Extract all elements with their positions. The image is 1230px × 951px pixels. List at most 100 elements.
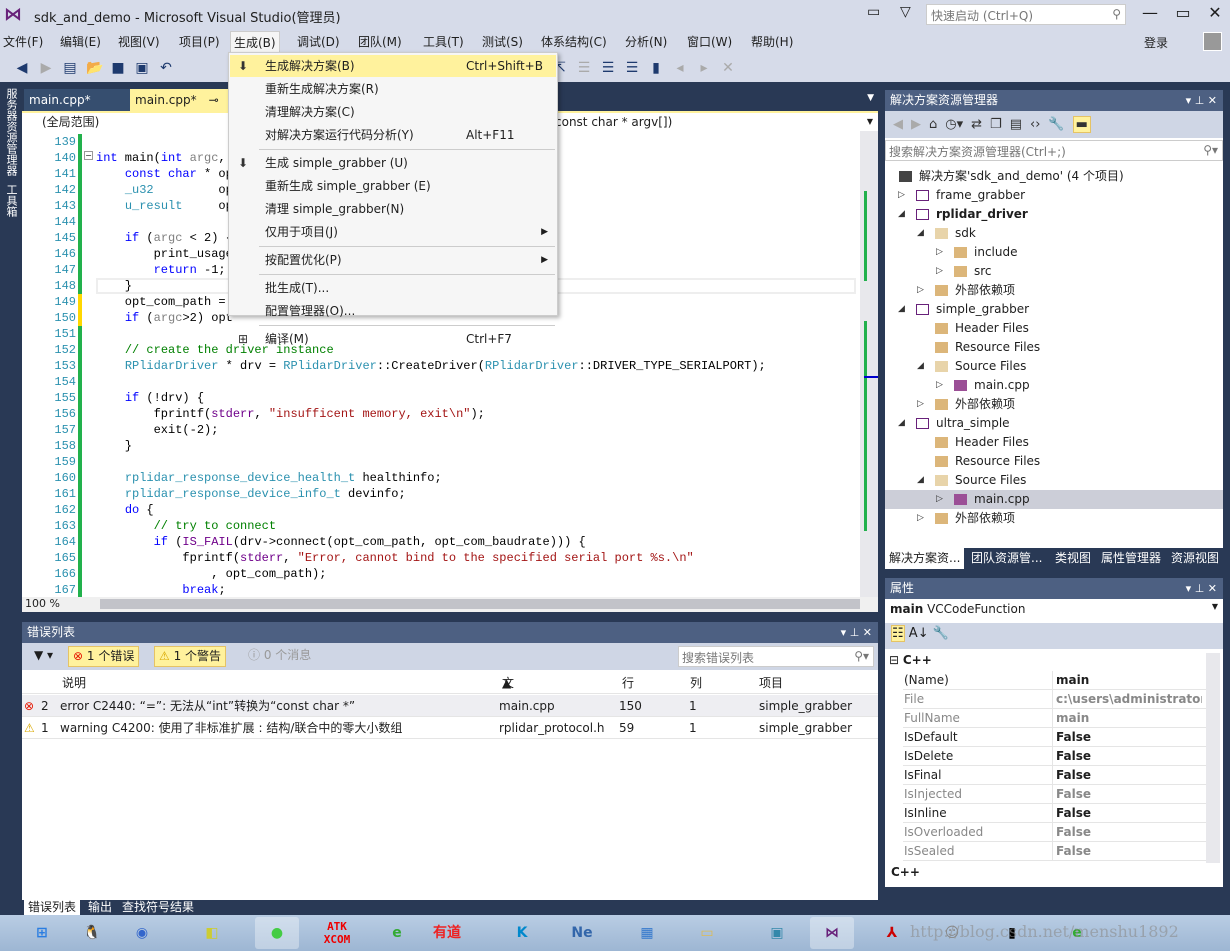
menu-5[interactable]: 调试(D) — [294, 31, 343, 53]
k-taskbar-icon[interactable]: K — [500, 917, 544, 949]
panel-controls-icon[interactable]: ▾ ⊥ ✕ — [1186, 90, 1217, 111]
ne-taskbar-icon[interactable]: Ne — [560, 917, 604, 949]
menu-item[interactable]: ⬇ 生成 simple_grabber (U) — [230, 152, 556, 174]
open-icon[interactable]: 📂 — [86, 60, 103, 76]
avatar[interactable] — [1203, 32, 1222, 51]
ie-green-taskbar-icon[interactable]: e — [375, 917, 419, 949]
properties-wrench-icon[interactable]: 🔧 — [1048, 117, 1064, 132]
property-row[interactable]: IsDefault False — [903, 728, 1219, 747]
tab-4[interactable]: 资源视图 — [1167, 548, 1223, 569]
tree-item[interactable]: ▷ 外部依赖项 — [885, 395, 1223, 414]
filter-icon[interactable]: ▽ — [900, 4, 911, 20]
tree-item[interactable]: ◢ Source Files — [885, 357, 1223, 376]
properties-scrollbar[interactable] — [1206, 653, 1220, 863]
property-row[interactable]: (Name) main — [903, 671, 1219, 690]
back-icon[interactable]: ◀ — [893, 117, 903, 132]
menu-item[interactable]: 重新生成 simple_grabber (E) — [230, 175, 556, 197]
property-row[interactable]: FullName main — [903, 709, 1219, 728]
tree-item[interactable]: ▷ frame_grabber — [885, 186, 1223, 205]
visual-studio-taskbar-icon[interactable]: ⋈ — [810, 917, 854, 949]
property-row[interactable]: IsInline False — [903, 804, 1219, 823]
show-all-files-icon[interactable]: ▤ — [1010, 117, 1022, 132]
error-row[interactable]: ⚠ 1 warning C4200: 使用了非标准扩展 : 结构/联合中的零大小数组… — [22, 717, 878, 739]
tab-main-cpp-1[interactable]: main.cpp* — [24, 89, 130, 111]
categorized-icon[interactable]: ☷ — [891, 625, 905, 642]
sign-in-link[interactable]: 登录 — [1144, 34, 1168, 51]
panel-controls-icon[interactable]: ▾ ⊥ ✕ — [841, 622, 872, 643]
photo-viewer-taskbar-icon[interactable]: ▣ — [755, 917, 799, 949]
menu-item[interactable]: 批生成(T)... — [230, 277, 556, 299]
property-row[interactable]: IsInjected False — [903, 785, 1219, 804]
expanded-arrow-icon[interactable]: ◢ — [917, 357, 924, 376]
menu-item[interactable]: 配置管理器(O)... — [230, 300, 556, 322]
tree-item[interactable]: Header Files — [885, 319, 1223, 338]
expanded-arrow-icon[interactable]: ◢ — [898, 414, 905, 433]
menu-4[interactable]: 生成(B) — [230, 31, 280, 53]
column-col[interactable]: 列 — [690, 672, 702, 694]
home-icon[interactable]: ⌂ — [929, 117, 937, 132]
tree-item[interactable]: Resource Files — [885, 338, 1223, 357]
server-explorer-tab[interactable]: 服务器资源管理器 — [0, 84, 22, 180]
menu-7[interactable]: 工具(T) — [420, 31, 467, 53]
tree-item[interactable]: ◢ simple_grabber — [885, 300, 1223, 319]
back-icon[interactable]: ◀ — [14, 60, 30, 76]
tree-item[interactable]: ▷ 外部依赖项 — [885, 509, 1223, 528]
collapsed-arrow-icon[interactable]: ▷ — [917, 395, 924, 414]
close-button[interactable]: ✕ — [1200, 3, 1230, 22]
collapsed-arrow-icon[interactable]: ▷ — [936, 243, 943, 262]
sync-icon[interactable]: ⇄ — [971, 117, 982, 132]
minimize-button[interactable]: — — [1135, 3, 1165, 22]
zoom-level[interactable]: 100 % — [25, 597, 60, 610]
tree-item[interactable]: ▷ 外部依赖项 — [885, 281, 1223, 300]
tree-item[interactable]: Resource Files — [885, 452, 1223, 471]
tree-item[interactable]: ▷ src — [885, 262, 1223, 281]
tab-3[interactable]: 属性管理器 — [1097, 548, 1165, 569]
collapsed-arrow-icon[interactable]: ▷ — [917, 281, 924, 300]
pin-icon[interactable]: ⊸ — [209, 93, 219, 107]
collapsed-arrow-icon[interactable]: ▷ — [936, 490, 943, 509]
alphabetical-icon[interactable]: A↓ — [909, 626, 929, 641]
category-header[interactable]: ⊟ C++ — [889, 653, 932, 667]
error-search-input[interactable]: 搜索错误列表 ⚲▾ — [678, 646, 874, 667]
explorer-taskbar-icon[interactable]: ▭ — [685, 917, 729, 949]
column-line[interactable]: 行 — [622, 672, 634, 694]
tree-item[interactable]: ◢ ultra_simple — [885, 414, 1223, 433]
property-row[interactable]: File c:\users\administrator\de — [903, 690, 1219, 709]
history-icon[interactable]: ◷▾ — [945, 117, 963, 132]
tree-item[interactable]: ◢ sdk — [885, 224, 1223, 243]
collapse-all-icon[interactable]: ❐ — [990, 117, 1002, 132]
forward-icon[interactable]: ▶ — [911, 117, 921, 132]
panel-controls-icon[interactable]: ▾ ⊥ ✕ — [1186, 578, 1217, 599]
tree-item[interactable]: Header Files — [885, 433, 1223, 452]
control-panel-taskbar-icon[interactable]: ▦ — [625, 917, 669, 949]
tab-1[interactable]: 团队资源管... — [967, 548, 1046, 569]
menu-1[interactable]: 编辑(E) — [57, 31, 104, 53]
menu-item[interactable]: ⬇ 生成解决方案(B) Ctrl+Shift+B — [230, 55, 556, 77]
vertical-scrollbar[interactable] — [860, 131, 878, 597]
tree-item[interactable]: ◢ rplidar_driver — [885, 205, 1223, 224]
column-project[interactable]: 项目 — [759, 672, 783, 694]
comment-icon[interactable]: ☰ — [576, 60, 592, 76]
column-file[interactable]: 文件 ▲ — [502, 672, 514, 712]
save-icon[interactable]: ■ — [110, 60, 126, 76]
start-taskbar-icon[interactable]: ⊞ — [20, 917, 64, 949]
menu-item[interactable]: ⊞ 编译(M) Ctrl+F7 — [230, 328, 556, 350]
collapse-icon[interactable]: − — [84, 151, 93, 160]
menu-9[interactable]: 体系结构(C) — [538, 31, 610, 53]
atk-xcom-taskbar-icon[interactable]: ATK XCOM — [315, 917, 359, 949]
outdent-icon[interactable]: ☰ — [624, 60, 640, 76]
menu-10[interactable]: 分析(N) — [622, 31, 670, 53]
menu-item[interactable]: 对解决方案运行代码分析(Y) Alt+F11 — [230, 124, 556, 146]
warnings-filter-button[interactable]: ⚠ 1 个警告 — [154, 646, 227, 667]
bookmark-icon[interactable]: ▮ — [648, 60, 664, 76]
menu-item[interactable]: 清理 simple_grabber(N) — [230, 198, 556, 220]
sticky-notes-taskbar-icon[interactable]: ◧ — [190, 917, 234, 949]
errors-filter-button[interactable]: ⊗ 1 个错误 — [68, 646, 140, 667]
collapsed-arrow-icon[interactable]: ▷ — [917, 509, 924, 528]
indent-icon[interactable]: ☰ — [600, 60, 616, 76]
有道-taskbar-icon[interactable]: 有道 — [425, 917, 469, 949]
collapsed-arrow-icon[interactable]: ▷ — [936, 262, 943, 281]
expanded-arrow-icon[interactable]: ◢ — [898, 205, 905, 224]
tree-item[interactable]: ◢ Source Files — [885, 471, 1223, 490]
expanded-arrow-icon[interactable]: ◢ — [917, 224, 924, 243]
